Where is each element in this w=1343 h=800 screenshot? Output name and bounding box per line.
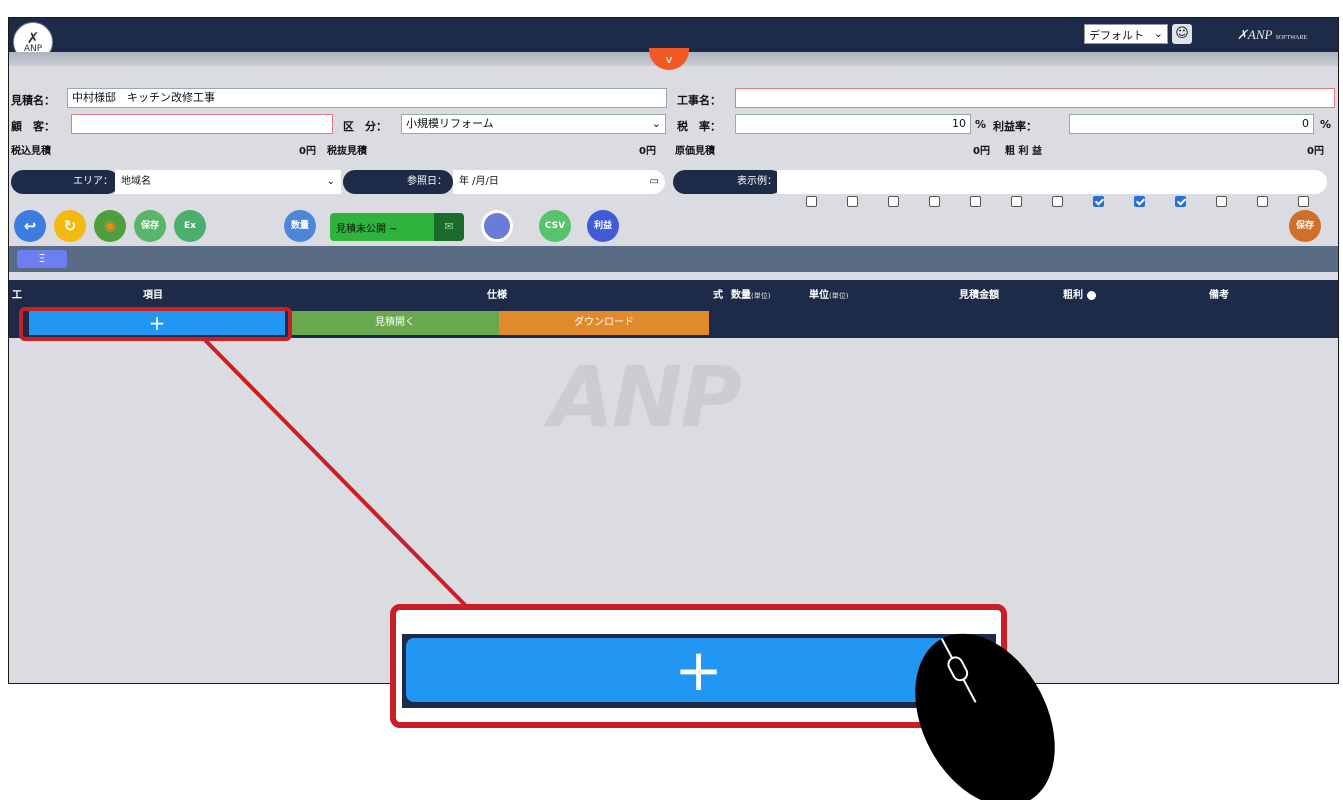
category-value: 小規模リフォーム: [406, 117, 494, 130]
gross-profit-label: 粗 利 益: [1005, 146, 1042, 157]
tax-rate-input[interactable]: 10: [735, 114, 971, 134]
back-icon[interactable]: ↩: [14, 210, 46, 242]
tax-incl-value: 0円: [299, 146, 316, 157]
col-formula: 式: [713, 290, 723, 301]
top-bar: ✗ ANP デフォルト ⌄ ☺ ✗ANP SOFTWARE: [9, 18, 1338, 62]
excel-button[interactable]: Ex: [174, 210, 206, 242]
menu-icon[interactable]: Ξ: [17, 250, 67, 268]
column-checkbox[interactable]: [806, 196, 817, 207]
chevron-down-icon: ⌄: [651, 117, 661, 130]
highlight-box-small: [19, 307, 292, 341]
col-spec: 仕様: [487, 290, 507, 301]
lightbulb-icon[interactable]: ◉: [94, 210, 126, 242]
col-unit: 単位(単位): [809, 286, 848, 301]
collapse-toggle[interactable]: v: [649, 48, 689, 70]
estimate-name-input[interactable]: 中村様邸 キッチン改修工事: [67, 88, 667, 108]
publish-status-label: 見積未公開 ~: [336, 223, 398, 235]
calendar-icon: ▭: [649, 176, 659, 187]
chevron-down-icon: ⌄: [1153, 27, 1163, 40]
tax-excl-label: 税抜見積: [327, 146, 367, 157]
brand-name: ANP: [1247, 27, 1273, 42]
ref-date-value: 年 /月/日: [459, 176, 499, 187]
chevron-down-icon: ⌄: [326, 176, 335, 187]
column-checkbox[interactable]: [1216, 196, 1227, 207]
project-name-input[interactable]: [735, 88, 1335, 108]
col-item: 項目: [143, 290, 163, 301]
col-margin: 粗利: [1063, 286, 1096, 301]
brand-mark-icon: ✗: [1237, 27, 1248, 42]
column-checkbox[interactable]: [929, 196, 940, 207]
ref-date-label: 参照日：: [343, 170, 453, 194]
columns-label: 表示例：: [673, 170, 783, 194]
category-label: 区 分：: [343, 120, 387, 133]
column-checkbox[interactable]: [970, 196, 981, 207]
profit-rate-label: 利益率：: [993, 120, 1037, 133]
tax-excl-value: 0円: [639, 146, 656, 157]
column-checkbox[interactable]: [1134, 196, 1145, 207]
preset-value: デフォルト: [1089, 29, 1144, 42]
profit-button[interactable]: 利益: [587, 210, 619, 242]
quantity-button[interactable]: 数量: [284, 210, 316, 242]
list-bar: Ξ: [9, 246, 1338, 272]
zoom-add-button[interactable]: +: [406, 638, 991, 702]
tax-incl-label: 税込見積: [11, 146, 51, 157]
area-label: エリア：: [11, 170, 119, 194]
chevron-down-icon: v: [665, 53, 673, 66]
column-checkbox[interactable]: [1257, 196, 1268, 207]
category-select[interactable]: 小規模リフォーム ⌄: [401, 114, 666, 134]
smile-icon[interactable]: ☺: [1172, 24, 1192, 44]
refresh-icon[interactable]: ↻: [54, 210, 86, 242]
column-checkbox[interactable]: [1093, 196, 1104, 207]
estimate-name-label: 見積名：: [11, 94, 55, 107]
project-name-label: 工事名：: [677, 94, 721, 107]
mail-icon[interactable]: ✉: [434, 213, 464, 241]
col-qty-sub: (単位): [751, 292, 771, 300]
margin-toggle-icon[interactable]: [1087, 290, 1096, 300]
brand-logo: ✗ANP SOFTWARE: [1237, 27, 1307, 43]
col-unit-label: 単位: [809, 290, 829, 301]
save-right-button[interactable]: 保存: [1289, 210, 1321, 242]
col-unit-sub: (単位): [829, 292, 849, 300]
logo-swoosh-icon: ✗: [26, 28, 40, 47]
publish-status-select[interactable]: 見積未公開 ~ ✉: [330, 213, 464, 241]
col-note: 備考: [1209, 290, 1229, 301]
profit-rate-unit: %: [1320, 118, 1332, 131]
column-checkbox[interactable]: [1011, 196, 1022, 207]
tax-rate-label: 税 率：: [677, 120, 721, 133]
circle-icon[interactable]: [481, 210, 513, 242]
watermark-logo: ANP: [549, 348, 742, 446]
col-qty-label: 数量: [731, 290, 751, 301]
col-amount: 見積金額: [959, 290, 999, 301]
profit-rate-input[interactable]: 0: [1069, 114, 1314, 134]
download-button[interactable]: ダウンロード: [499, 311, 709, 335]
cost-value: 0円: [973, 146, 990, 157]
columns-panel: [777, 170, 1327, 194]
column-checkbox[interactable]: [1052, 196, 1063, 207]
col-qty: 数量(単位): [731, 286, 770, 301]
column-checkbox[interactable]: [847, 196, 858, 207]
cost-label: 原価見積: [675, 146, 715, 157]
column-checkbox[interactable]: [888, 196, 899, 207]
app-window: ✗ ANP デフォルト ⌄ ☺ ✗ANP SOFTWARE v 見積名： 中村様…: [8, 17, 1339, 684]
save-button[interactable]: 保存: [134, 210, 166, 242]
ref-date-input[interactable]: 年 /月/日 ▭: [453, 170, 665, 194]
open-estimate-button[interactable]: 見積開く: [291, 311, 499, 335]
gross-profit-value: 0円: [1307, 146, 1324, 157]
tax-rate-unit: %: [975, 118, 987, 131]
brand-sub: SOFTWARE: [1275, 35, 1308, 41]
column-checkbox[interactable]: [1298, 196, 1309, 207]
col-margin-label: 粗利: [1063, 290, 1083, 301]
area-select[interactable]: 地域名 ⌄: [115, 170, 341, 194]
preset-select[interactable]: デフォルト ⌄: [1084, 24, 1168, 44]
column-checkbox[interactable]: [1175, 196, 1186, 207]
customer-label: 顧 客：: [11, 120, 55, 133]
area-value: 地域名: [121, 176, 151, 187]
customer-input[interactable]: [71, 114, 333, 134]
csv-button[interactable]: CSV: [539, 210, 571, 242]
col-work: 工: [12, 290, 22, 301]
